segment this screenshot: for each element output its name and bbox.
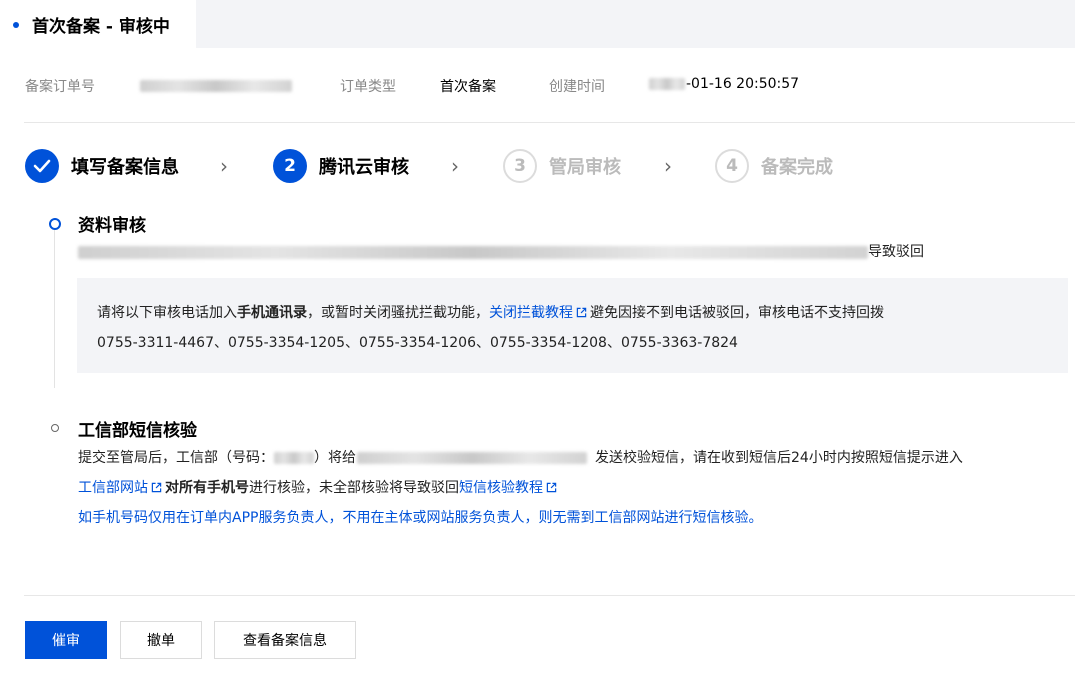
external-link-icon [576, 307, 587, 318]
sms-line-1: 提交至管局后，工信部（号码： ）将给 发送校验短信，请在收到短信后24小时内按照短信… [78, 447, 963, 467]
sms-line-2: 工信部网站 对所有手机号进行核验，未全部核验将导致驳回短信核验教程 [78, 477, 560, 497]
step-4-label: 备案完成 [761, 157, 833, 178]
notice-text-suffix: 避免因接不到电话被驳回，审核电话不支持回拨 [590, 305, 884, 321]
sms-text-bold: 对所有手机号 [165, 480, 249, 496]
disable-block-tutorial-link[interactable]: 关闭拦截教程 [489, 305, 573, 321]
order-no-label: 备案订单号 [25, 79, 95, 95]
main-panel: 备案订单号 订单类型 首次备案 创建时间 -01-16 20:50:57 填写备… [0, 48, 1075, 685]
notice-text-prefix: 请将以下审核电话加入 [97, 305, 237, 321]
sms-text-c: 发送校验短信，请在收到短信后24小时内按照短信提示进入 [595, 450, 963, 466]
view-filing-info-button[interactable]: 查看备案信息 [214, 621, 356, 659]
order-no-value-redacted [140, 78, 292, 94]
notice-line-1: 请将以下审核电话加入手机通讯录，或暂时关闭骚扰拦截功能，关闭拦截教程 避免因接不到… [97, 302, 884, 322]
step-1: 填写备案信息 [25, 149, 179, 183]
chevron-right-icon: › [451, 154, 459, 178]
step-4-number: 4 [715, 149, 749, 183]
step-1-check-icon [25, 149, 59, 183]
notice-text-bold: 手机通讯录 [237, 305, 307, 321]
created-time-text: -01-16 20:50:57 [686, 76, 800, 92]
step-1-label: 填写备案信息 [71, 157, 179, 178]
step-3: 3 管局审核 [503, 149, 621, 183]
step-2-number: 2 [273, 149, 307, 183]
timeline-dot-active [49, 218, 61, 230]
notice-text-mid: ，或暂时关闭骚扰拦截功能， [307, 305, 489, 321]
step-4: 4 备案完成 [715, 149, 833, 183]
order-type-label: 订单类型 [340, 79, 396, 95]
external-link-icon [546, 482, 557, 493]
review-reason: 导致驳回 [78, 241, 924, 261]
tab-bar: 首次备案 - 审核中 [0, 0, 1075, 48]
chevron-right-icon: › [220, 154, 228, 178]
review-section-title: 资料审核 [78, 216, 146, 236]
sms-section-title: 工信部短信核验 [78, 421, 197, 441]
step-2: 2 腾讯云审核 [273, 149, 409, 183]
sms-exemption-note: 如手机号码仅用在订单内APP服务负责人，不用在主体或网站服务负责人，则无需到工信… [78, 510, 763, 526]
timeline-line [54, 228, 55, 388]
step-3-label: 管局审核 [549, 157, 621, 178]
order-type-value: 首次备案 [440, 79, 496, 95]
step-3-number: 3 [503, 149, 537, 183]
phone-notice-box: 请将以下审核电话加入手机通讯录，或暂时关闭骚扰拦截功能，关闭拦截教程 避免因接不到… [77, 278, 1068, 373]
divider-bottom [24, 595, 1075, 596]
chevron-right-icon: › [664, 154, 672, 178]
sms-text-b: ）将给 [314, 450, 356, 466]
sms-verify-tutorial-link[interactable]: 短信核验教程 [459, 480, 543, 496]
created-time-label: 创建时间 [549, 79, 605, 95]
cancel-order-button[interactable]: 撤单 [120, 621, 202, 659]
review-phone-numbers: 0755-3311-4467、0755-3354-1205、0755-3354-… [97, 335, 738, 351]
step-2-label: 腾讯云审核 [319, 157, 409, 178]
tab-indicator-dot [13, 22, 19, 28]
tab-current-order[interactable]: 首次备案 - 审核中 [0, 0, 196, 48]
sms-text-mid: 进行核验，未全部核验将导致驳回 [249, 480, 459, 496]
tab-title: 首次备案 - 审核中 [32, 17, 170, 37]
divider-top [24, 122, 1075, 123]
urge-review-button[interactable]: 催审 [25, 621, 107, 659]
review-reason-suffix: 导致驳回 [868, 244, 924, 260]
external-link-icon [151, 482, 162, 493]
sms-text-a: 提交至管局后，工信部（号码： [78, 450, 274, 466]
created-time-value: -01-16 20:50:57 [649, 76, 799, 92]
timeline-dot-pending [51, 424, 59, 432]
miit-website-link[interactable]: 工信部网站 [78, 480, 148, 496]
